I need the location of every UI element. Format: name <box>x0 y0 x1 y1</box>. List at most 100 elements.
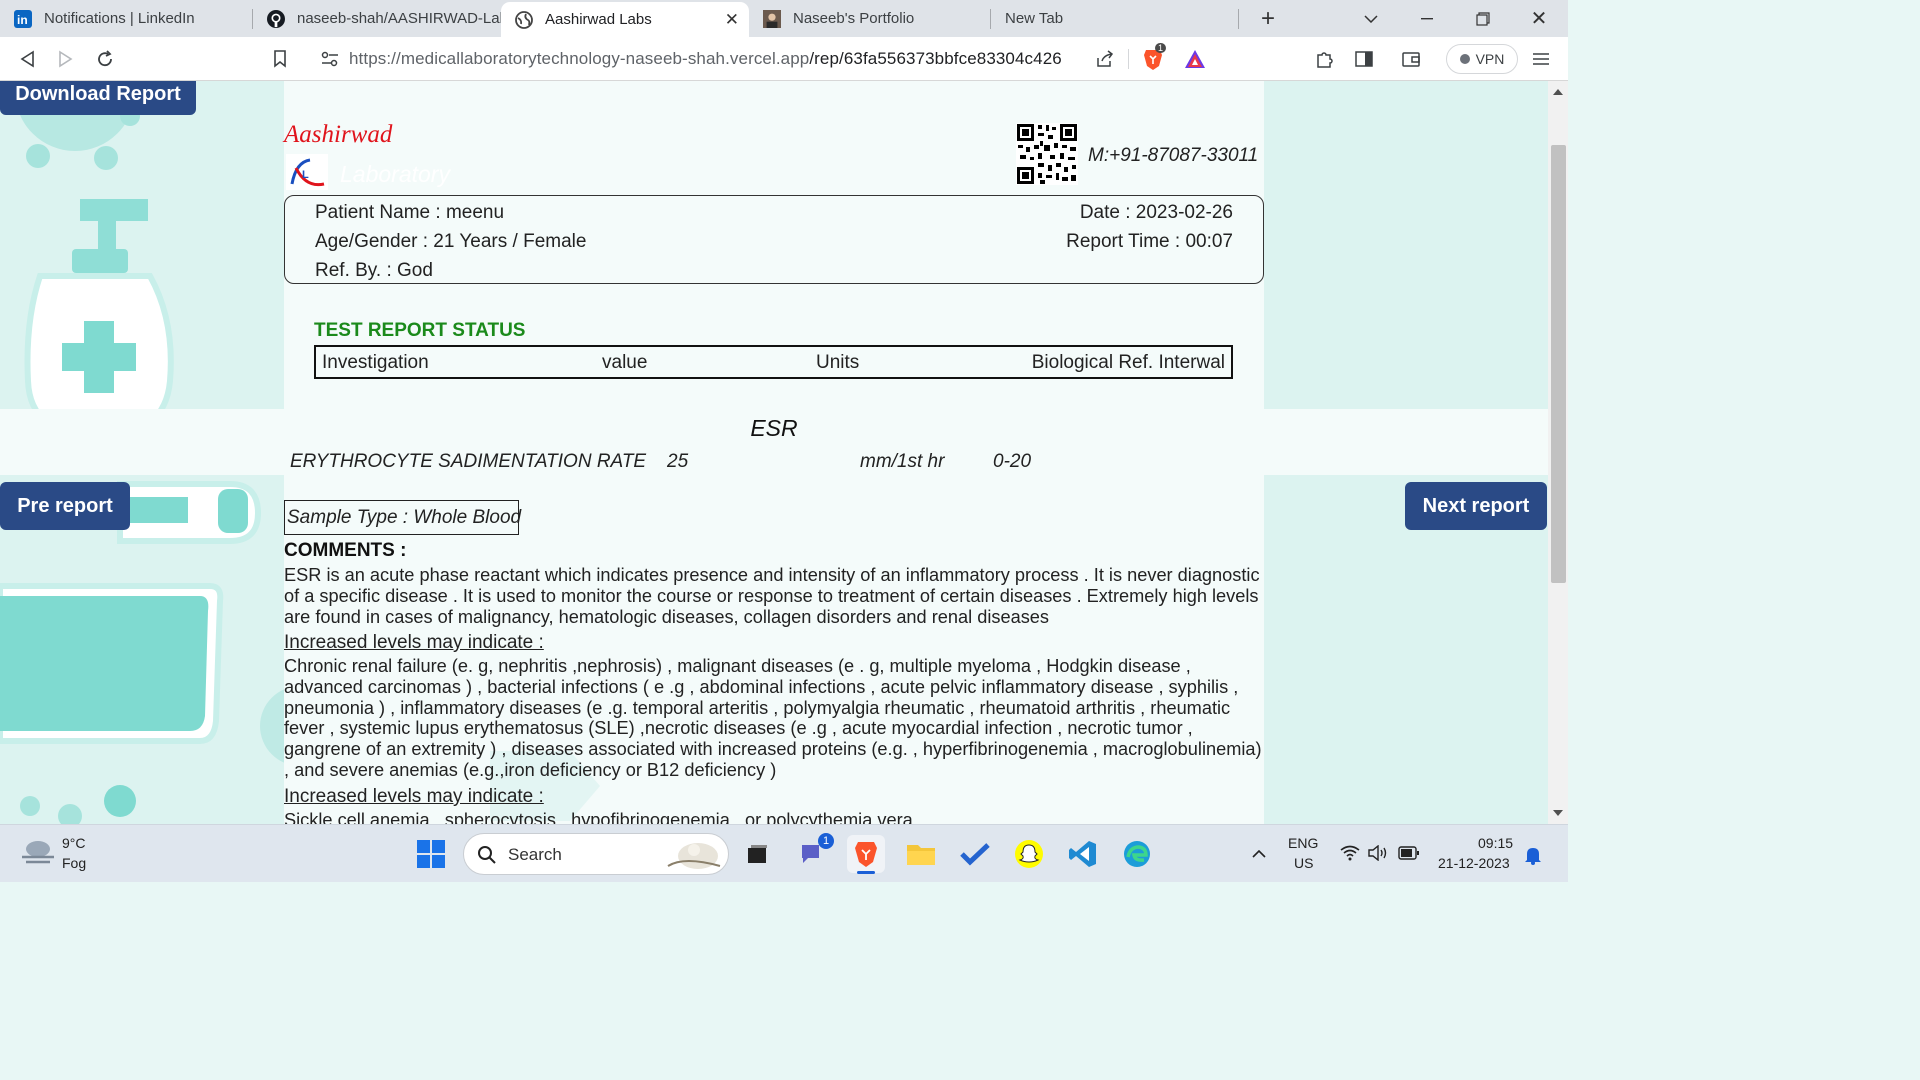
tab-github[interactable]: naseeb-shah/AASHIRWAD-Lab <box>253 0 501 37</box>
scroll-down-icon[interactable] <box>1553 810 1563 816</box>
brave-shields-icon[interactable]: 1 <box>1139 43 1167 73</box>
file-explorer-icon[interactable] <box>902 835 940 873</box>
svg-text:in: in <box>17 13 28 27</box>
github-icon <box>267 9 285 28</box>
share-icon[interactable] <box>1091 45 1119 73</box>
vpn-status-icon <box>1459 54 1470 64</box>
wifi-icon[interactable] <box>1340 845 1360 866</box>
owl-highlight-icon <box>667 843 721 869</box>
page-viewport: Download Report Pre report Next report A… <box>0 81 1548 824</box>
address-bar[interactable]: https://medicallaboratorytechnology-nase… <box>308 42 1308 76</box>
report-time: Report Time : 00:07 <box>1066 231 1233 252</box>
tab-aashirwad-labs[interactable]: Aashirwad Labs ✕ <box>501 2 749 37</box>
snapchat-icon[interactable] <box>1010 835 1048 873</box>
windows-logo-icon <box>417 840 445 868</box>
url-divider <box>1128 49 1129 69</box>
comments-title: COMMENTS : <box>284 540 407 561</box>
fog-icon <box>22 841 54 864</box>
tab-portfolio[interactable]: Naseeb's Portfolio <box>749 0 989 37</box>
comment-paragraph: ESR is an acute phase reactant which ind… <box>284 565 1260 627</box>
result-ref-range: 0-20 <box>993 451 1032 472</box>
input-language[interactable]: ENG <box>1288 835 1318 851</box>
report-date: Date : 2023-02-26 <box>1079 202 1233 223</box>
notification-bell-icon[interactable] <box>1524 845 1542 870</box>
qr-code <box>1016 123 1078 185</box>
column-header-value: value <box>602 352 648 373</box>
patient-info-box: Patient Name : meenu Age/Gender : 21 Yea… <box>284 195 1264 284</box>
wallet-icon[interactable] <box>1397 45 1425 73</box>
show-hidden-icons-chevron[interactable] <box>1240 835 1278 873</box>
browser-tab-strip: in Notifications | LinkedIn naseeb-shah/… <box>0 0 1568 37</box>
tab-title: Aashirwad Labs <box>545 11 652 28</box>
close-tab-icon[interactable]: ✕ <box>725 10 739 30</box>
pre-report-button[interactable]: Pre report <box>0 482 130 530</box>
scrollbar-thumb[interactable] <box>1551 145 1566 583</box>
active-app-indicator <box>857 871 875 874</box>
brave-taskbar-icon[interactable] <box>847 835 885 874</box>
site-settings-icon[interactable] <box>316 45 344 73</box>
results-table-header: Investigation value Units Biological Ref… <box>314 345 1233 379</box>
test-report-status-title: TEST REPORT STATUS <box>314 320 526 341</box>
vpn-button[interactable]: VPN <box>1446 44 1518 74</box>
search-icon <box>478 846 496 864</box>
reload-icon[interactable] <box>91 45 119 73</box>
restore-icon[interactable] <box>1458 0 1508 37</box>
weather-widget[interactable] <box>20 837 56 872</box>
comment-subheading: Increased levels may indicate : <box>284 786 544 807</box>
url-host: https://medicallaboratorytechnology-nase… <box>349 49 810 68</box>
comment-paragraph: Sickle cell anemia , spherocytosis , hyp… <box>284 810 913 824</box>
back-icon[interactable] <box>13 45 41 73</box>
svg-text:L: L <box>302 169 309 181</box>
task-view-icon[interactable] <box>738 835 776 873</box>
tab-search-chevron-icon[interactable] <box>1346 0 1396 37</box>
patient-age-gender: Age/Gender : 21 Years / Female <box>315 231 587 252</box>
todo-icon[interactable] <box>956 835 994 873</box>
globe-icon <box>515 10 533 29</box>
battery-icon[interactable] <box>1398 846 1420 865</box>
taskbar-search[interactable]: Search <box>463 833 729 875</box>
new-tab-plus-icon[interactable]: + <box>1243 0 1293 37</box>
menu-icon[interactable] <box>1527 45 1555 73</box>
bookmark-icon[interactable] <box>266 45 294 73</box>
tab-linkedin[interactable]: in Notifications | LinkedIn <box>0 0 252 37</box>
vscode-icon[interactable] <box>1064 835 1102 873</box>
close-window-icon[interactable]: ✕ <box>1514 0 1564 37</box>
clock-date[interactable]: 21-12-2023 <box>1438 855 1510 871</box>
comment-paragraph: Chronic renal failure (e. g, nephritis ,… <box>284 656 1262 780</box>
lab-phone: M:+91-87087-33011 <box>1088 145 1259 166</box>
comment-subheading: Increased levels may indicate : <box>284 632 544 653</box>
column-header-ref-interval: Biological Ref. Interwal <box>1031 352 1225 373</box>
scroll-up-icon[interactable] <box>1553 89 1563 95</box>
tab-divider <box>1238 9 1239 29</box>
vpn-label: VPN <box>1475 51 1505 67</box>
sidebar-toggle-icon[interactable] <box>1350 45 1378 73</box>
extensions-icon[interactable] <box>1311 45 1339 73</box>
forward-icon[interactable] <box>52 45 80 73</box>
download-report-label: Download Report <box>15 82 181 105</box>
brave-rewards-icon[interactable] <box>1181 45 1209 73</box>
start-button[interactable] <box>412 835 450 873</box>
lab-logo-icon: L <box>286 154 328 190</box>
input-region[interactable]: US <box>1294 855 1313 871</box>
linkedin-icon: in <box>14 9 32 28</box>
teams-chat-icon[interactable]: 1 <box>794 833 834 873</box>
clock-time[interactable]: 09:15 <box>1478 835 1513 851</box>
result-investigation: ERYTHROCYTE SADIMENTATION RATE <box>290 451 647 472</box>
tab-title: Notifications | LinkedIn <box>44 10 195 27</box>
volume-icon[interactable] <box>1368 844 1388 866</box>
shields-count-badge: 1 <box>1155 43 1167 53</box>
windows-taskbar: 9°C Fog Search 1 ENG US 09:15 21-12-2023 <box>0 824 1568 882</box>
edge-icon[interactable] <box>1118 835 1156 873</box>
next-report-button[interactable]: Next report <box>1405 482 1547 530</box>
search-label: Search <box>508 845 562 864</box>
url-text: https://medicallaboratorytechnology-nase… <box>349 49 1062 69</box>
result-units: mm/1st hr <box>860 451 945 472</box>
column-header-investigation: Investigation <box>322 352 429 373</box>
next-report-label: Next report <box>1422 494 1530 517</box>
minimize-icon[interactable] <box>1402 0 1452 37</box>
tab-new-tab[interactable]: New Tab <box>991 0 1237 37</box>
test-group-title: ESR <box>750 415 798 441</box>
result-value: 25 <box>667 451 689 472</box>
weather-desc: Fog <box>62 855 87 871</box>
download-report-button[interactable]: Download Report <box>0 81 196 115</box>
